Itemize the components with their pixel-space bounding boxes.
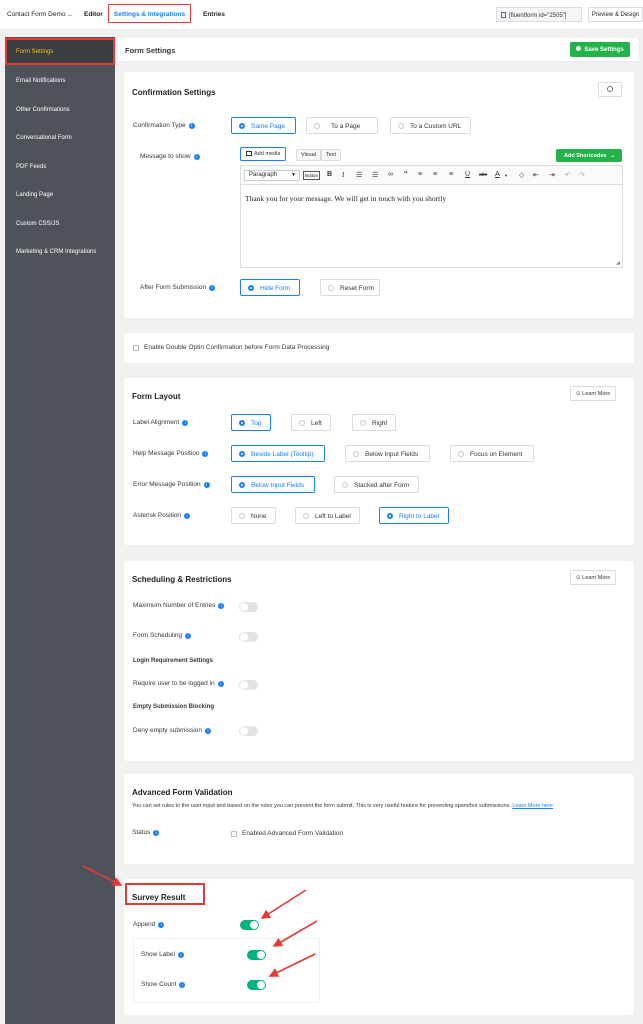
annotation-arrows [82,865,318,977]
arrow-to-survey-title [82,865,123,886]
arrow-to-append-toggle [260,889,307,919]
arrow-to-show-count-toggle [268,953,316,977]
arrow-to-show-label-toggle [272,920,318,947]
